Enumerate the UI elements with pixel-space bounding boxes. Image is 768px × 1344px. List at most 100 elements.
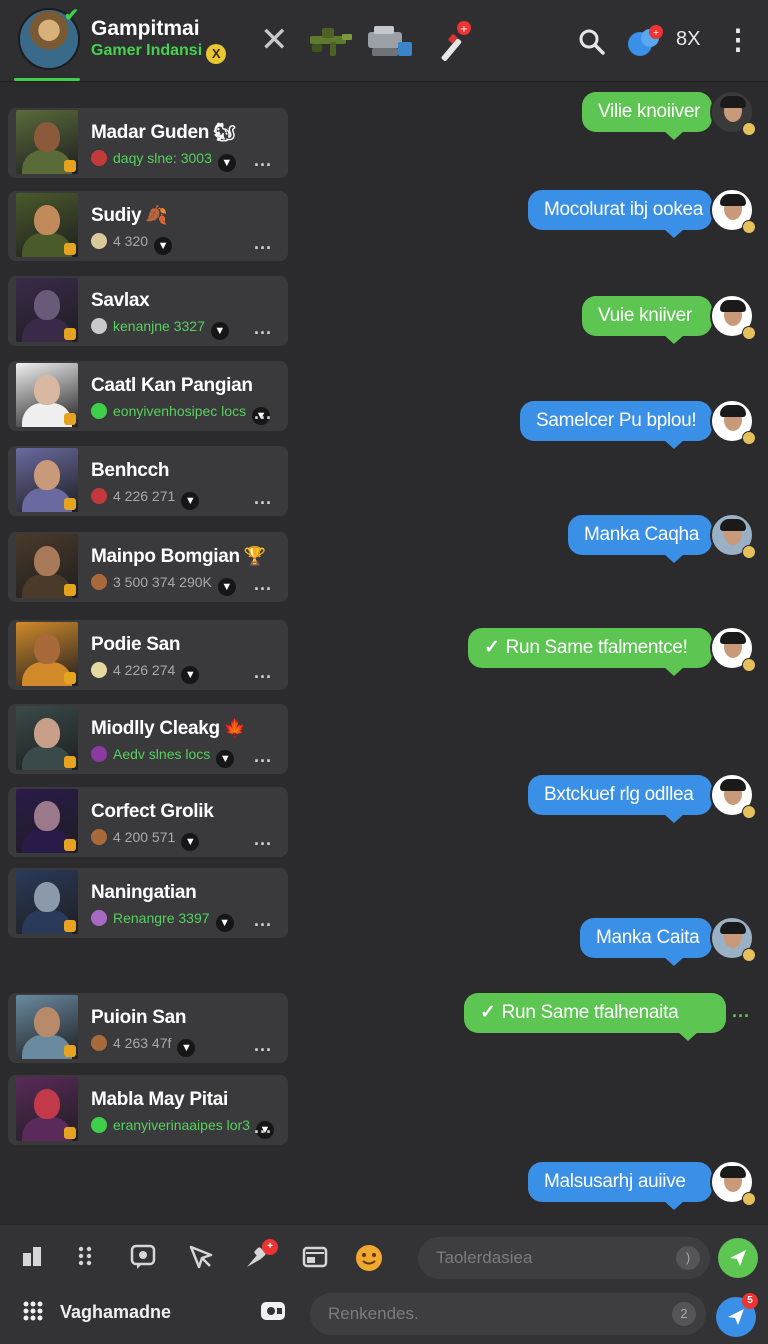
message-text: Manka Caqha bbox=[584, 524, 699, 545]
message-bubble[interactable]: Samelcer Pu bplou! bbox=[520, 401, 712, 449]
contact-more-icon[interactable]: ... bbox=[254, 488, 272, 509]
chart-icon[interactable] bbox=[16, 1243, 50, 1277]
apps-grid-icon[interactable] bbox=[16, 1299, 50, 1333]
contact-card[interactable]: Benhcch 4 226 271 ▼... bbox=[8, 446, 288, 516]
contact-avatar[interactable] bbox=[16, 706, 78, 770]
card-icon[interactable] bbox=[298, 1243, 332, 1277]
rifle-icon[interactable] bbox=[304, 18, 356, 62]
emoji-icon[interactable] bbox=[352, 1243, 386, 1277]
contact-stats-text: 4 263 47f bbox=[113, 1035, 172, 1051]
avatar-face bbox=[34, 290, 60, 320]
contact-avatar[interactable] bbox=[16, 110, 78, 174]
message-bubble[interactable]: Mocolurat ibj ookea bbox=[528, 190, 712, 238]
close-button[interactable]: ✕ bbox=[260, 22, 289, 58]
armor-icon[interactable] bbox=[364, 18, 416, 62]
message-bubble[interactable]: Manka Caqha bbox=[568, 515, 712, 563]
contact-card[interactable]: Podie San 4 226 274 ▼... bbox=[8, 620, 288, 690]
contact-card[interactable]: Puioin San 4 263 47f ▼... bbox=[8, 993, 288, 1063]
contact-name-text: Madar Guden bbox=[91, 122, 210, 143]
contact-avatar[interactable] bbox=[16, 789, 78, 853]
sender-hair bbox=[720, 300, 746, 312]
sender-rank-icon bbox=[742, 805, 756, 819]
contact-stats-text: 4 200 571 bbox=[113, 829, 176, 845]
cursor-icon[interactable] bbox=[184, 1243, 218, 1277]
message-bubble[interactable]: Malsusarhj auiive bbox=[528, 1162, 712, 1210]
contact-more-icon[interactable]: ... bbox=[254, 150, 272, 171]
contact-card[interactable]: Savlax kenanjne 3327 ▼... bbox=[8, 276, 288, 346]
contact-more-icon[interactable]: ... bbox=[254, 403, 272, 424]
contact-more-icon[interactable]: ... bbox=[254, 574, 272, 595]
camera-toggle-icon[interactable] bbox=[256, 1299, 290, 1333]
contact-more-icon[interactable]: ... bbox=[254, 233, 272, 254]
contact-name-text: Naningatian bbox=[91, 882, 197, 903]
contact-more-icon[interactable]: ... bbox=[254, 1035, 272, 1056]
contact-stats: daqy slne: 3003 ▼ bbox=[91, 150, 236, 172]
contact-card[interactable]: Miodlly Cleakg 🍁 Aedv slnes locs ▼... bbox=[8, 704, 288, 774]
contact-card[interactable]: Corfect Grolik 4 200 571 ▼... bbox=[8, 787, 288, 857]
sender-hair bbox=[720, 779, 746, 791]
message-more-icon[interactable]: ... bbox=[732, 1001, 750, 1022]
contact-more-icon[interactable]: ... bbox=[254, 910, 272, 931]
contact-card[interactable]: Naningatian Renangre 3397 ▼... bbox=[8, 868, 288, 938]
contact-avatar[interactable] bbox=[16, 363, 78, 427]
message-bubble[interactable]: ✓ Run Same tfalmentce! bbox=[468, 628, 712, 676]
profile-avatar[interactable]: ✔ bbox=[18, 6, 80, 70]
contact-name: Caatl Kan Pangian bbox=[91, 375, 257, 397]
contact-avatar[interactable] bbox=[16, 278, 78, 342]
contact-stats: 4 226 274 ▼ bbox=[91, 662, 200, 684]
level-badge-icon bbox=[64, 1127, 76, 1139]
contact-more-icon[interactable]: ... bbox=[254, 318, 272, 339]
message-text: Run Same tfalmentce! bbox=[505, 637, 688, 658]
contact-card[interactable]: Madar Guden 🐿 daqy slne: 3003 ▼... bbox=[8, 108, 288, 178]
input-timer-icon[interactable]: ) bbox=[676, 1246, 700, 1270]
sender-hair bbox=[720, 519, 746, 531]
message-text: Malsusarhj auiive bbox=[544, 1171, 686, 1192]
contact-avatar[interactable] bbox=[16, 534, 78, 598]
share-button[interactable]: 5 bbox=[716, 1293, 758, 1337]
contact-avatar[interactable] bbox=[16, 870, 78, 934]
search-icon[interactable] bbox=[576, 26, 608, 58]
message-bubble[interactable]: Vuie kniiver bbox=[582, 296, 712, 344]
read-check-icon: ✓ bbox=[484, 637, 500, 658]
sender-rank-icon bbox=[742, 948, 756, 962]
contact-more-icon[interactable]: ... bbox=[254, 1117, 272, 1138]
message-bubble[interactable]: Manka Caita bbox=[580, 918, 712, 966]
group-icon[interactable]: + bbox=[626, 24, 666, 60]
contact-name: Mainpo Bomgian 🏆 bbox=[91, 546, 266, 568]
message-bubble[interactable]: Vilie knoiiver bbox=[582, 92, 712, 140]
contact-avatar[interactable] bbox=[16, 448, 78, 512]
message-input[interactable]: Taolerdasiea ) bbox=[418, 1237, 710, 1279]
contact-more-icon[interactable]: ... bbox=[254, 662, 272, 683]
rank-icon bbox=[91, 910, 107, 926]
syringe-icon[interactable]: + bbox=[430, 18, 482, 62]
contact-stats: Aedv slnes locs ▼ bbox=[91, 746, 235, 768]
message-text: Mocolurat ibj ookea bbox=[544, 199, 704, 220]
contact-more-icon[interactable]: ... bbox=[254, 746, 272, 767]
grid-dots-icon[interactable] bbox=[68, 1243, 102, 1277]
chat-icon[interactable] bbox=[126, 1243, 160, 1277]
contact-name: Savlax bbox=[91, 290, 153, 312]
contact-avatar[interactable] bbox=[16, 995, 78, 1059]
message-bubble[interactable]: Bxtckuef rlg odllea bbox=[528, 775, 712, 823]
message-text: Samelcer Pu bplou! bbox=[536, 410, 697, 431]
contact-card[interactable]: Mabla May Pitai eranyiverinaaipes lor3 ▼..… bbox=[8, 1075, 288, 1145]
contact-avatar[interactable] bbox=[16, 622, 78, 686]
send-button[interactable] bbox=[718, 1238, 758, 1278]
contact-more-icon[interactable]: ... bbox=[254, 829, 272, 850]
menu-label: Vaghamadne bbox=[60, 1302, 172, 1322]
bottom-toolbar: + Taolerdasiea ) Renkendes. 2 5 bbox=[0, 1224, 768, 1344]
contact-card[interactable]: Sudiy 🍂 4 320 ▼... bbox=[8, 191, 288, 261]
avatar-face bbox=[34, 460, 60, 490]
contact-card[interactable]: Caatl Kan Pangian eonyivenhosipec locs ▼..… bbox=[8, 361, 288, 431]
contact-card[interactable]: Mainpo Bomgian 🏆 3 500 374 290K ▼... bbox=[8, 532, 288, 602]
contact-name: Miodlly Cleakg 🍁 bbox=[91, 718, 246, 740]
pin-icon[interactable]: + bbox=[240, 1239, 278, 1277]
avatar-face bbox=[34, 1089, 60, 1119]
contact-name-text: Miodlly Cleakg bbox=[91, 718, 220, 739]
search-field[interactable]: Renkendes. 2 bbox=[310, 1293, 706, 1335]
more-options-icon[interactable]: ⋮ bbox=[724, 24, 752, 60]
contact-stats-text: daqy slne: 3003 bbox=[113, 150, 212, 166]
contact-avatar[interactable] bbox=[16, 1077, 78, 1141]
contact-avatar[interactable] bbox=[16, 193, 78, 257]
message-bubble[interactable]: ✓ Run Same tfalhenaita bbox=[464, 993, 726, 1041]
